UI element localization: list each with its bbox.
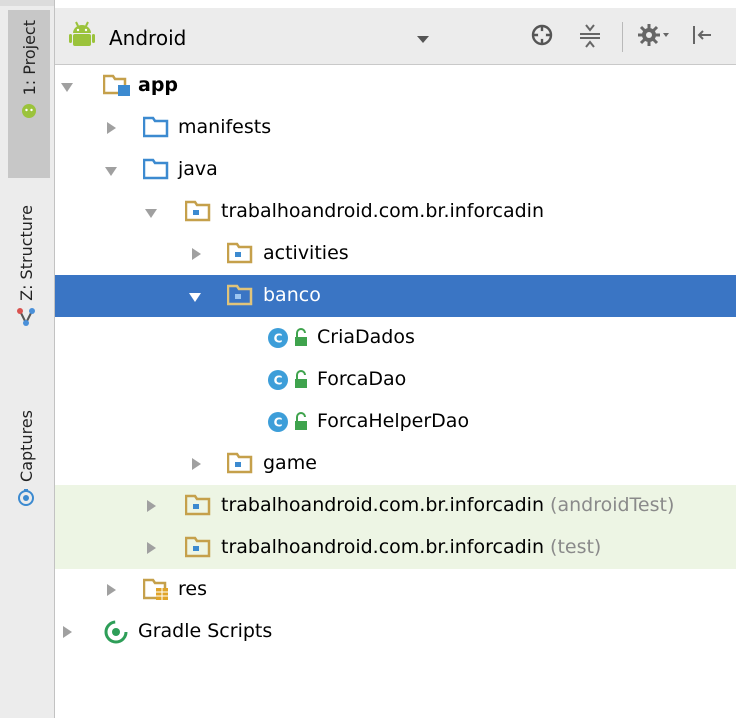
svg-text:C: C [274,416,283,430]
tool-window-strip: 1: Project Z: Structure Captures [0,0,55,718]
tree-label-res: res [178,578,207,600]
sync-icon[interactable] [529,22,555,53]
class-icon: C [267,411,289,438]
tree-node-forcahelperdao[interactable]: C ForcaHelperDao [55,401,736,443]
expand-arrow-icon[interactable] [189,293,201,302]
gradle-icon [103,619,129,650]
package-folder-icon [226,451,253,480]
resources-folder-icon [142,577,169,606]
tab-project-label: 1: Project [19,20,39,96]
tree-node-package-main[interactable]: trabalhoandroid.com.br.inforcadin [55,191,736,233]
package-folder-icon [184,535,211,564]
tree-label-criadados: CriaDados [317,326,415,348]
tab-structure[interactable]: Z: Structure [4,205,48,365]
tree-node-app[interactable]: app [55,65,736,107]
tree-label-app: app [138,74,179,96]
android-head-icon [69,20,95,55]
expand-arrow-icon[interactable] [145,209,157,218]
tree-node-activities[interactable]: activities [55,233,736,275]
tree-label-package-androidtest: trabalhoandroid.com.br.inforcadin [221,494,544,516]
lock-icon [293,412,309,437]
tree-node-banco[interactable]: banco [55,275,736,317]
class-icon: C [267,327,289,354]
tree-node-res[interactable]: res [55,569,736,611]
project-header: Android [55,8,736,65]
source-set-suffix: (androidTest) [550,494,675,516]
package-folder-icon [184,199,211,228]
tree-label-forcahelperdao: ForcaHelperDao [317,410,470,432]
collapse-arrow-icon[interactable] [147,542,156,554]
expand-arrow-icon[interactable] [105,167,117,176]
collapse-all-icon[interactable] [578,22,602,53]
package-folder-icon [226,283,253,312]
tree-label-activities: activities [263,242,349,264]
package-folder-icon [226,241,253,270]
tree-node-java[interactable]: java [55,149,736,191]
project-view-selector[interactable]: Android [109,26,186,50]
android-icon [20,101,38,124]
tab-structure-label: Z: Structure [16,205,36,301]
tree-label-package-main: trabalhoandroid.com.br.inforcadin [221,200,544,222]
project-tree: app manifests java trabalhoandroid.com.b… [55,65,736,718]
folder-icon [142,157,169,186]
svg-text:C: C [274,374,283,388]
tree-label-manifests: manifests [178,116,272,138]
tree-node-gradle-scripts[interactable]: Gradle Scripts [55,611,736,653]
tree-label-game: game [263,452,317,474]
tree-node-criadados[interactable]: C CriaDados [55,317,736,359]
class-icon: C [267,369,289,396]
collapse-arrow-icon[interactable] [63,626,72,638]
tree-node-game[interactable]: game [55,443,736,485]
collapse-arrow-icon[interactable] [107,584,116,596]
lock-icon [293,328,309,353]
tab-captures-label: Captures [16,410,36,482]
structure-icon [16,307,36,332]
collapse-arrow-icon[interactable] [192,458,201,470]
tree-label-forcadao: ForcaDao [317,368,407,390]
expand-arrow-icon[interactable] [61,83,73,92]
folder-icon [142,115,169,144]
tree-label-gradle-scripts: Gradle Scripts [138,620,273,642]
package-folder-icon [184,493,211,522]
tree-label-java: java [178,158,218,180]
tree-node-manifests[interactable]: manifests [55,107,736,149]
settings-gear-icon[interactable] [637,22,671,53]
source-set-suffix: (test) [550,536,602,558]
tree-label-package-test: trabalhoandroid.com.br.inforcadin [221,536,544,558]
tree-node-forcadao[interactable]: C ForcaDao [55,359,736,401]
hide-panel-icon[interactable] [691,22,713,53]
tree-node-package-test[interactable]: trabalhoandroid.com.br.inforcadin (test) [55,527,736,569]
captures-icon [17,488,35,511]
tree-node-package-androidtest[interactable]: trabalhoandroid.com.br.inforcadin (andro… [55,485,736,527]
tree-label-banco: banco [263,284,321,306]
tab-captures[interactable]: Captures [4,410,48,550]
module-folder-icon [102,73,131,102]
lock-icon [293,370,309,395]
collapse-arrow-icon[interactable] [147,500,156,512]
tab-project[interactable]: 1: Project [8,10,50,178]
chevron-down-icon[interactable] [417,36,429,43]
collapse-arrow-icon[interactable] [107,122,116,134]
svg-text:C: C [274,332,283,346]
collapse-arrow-icon[interactable] [192,248,201,260]
